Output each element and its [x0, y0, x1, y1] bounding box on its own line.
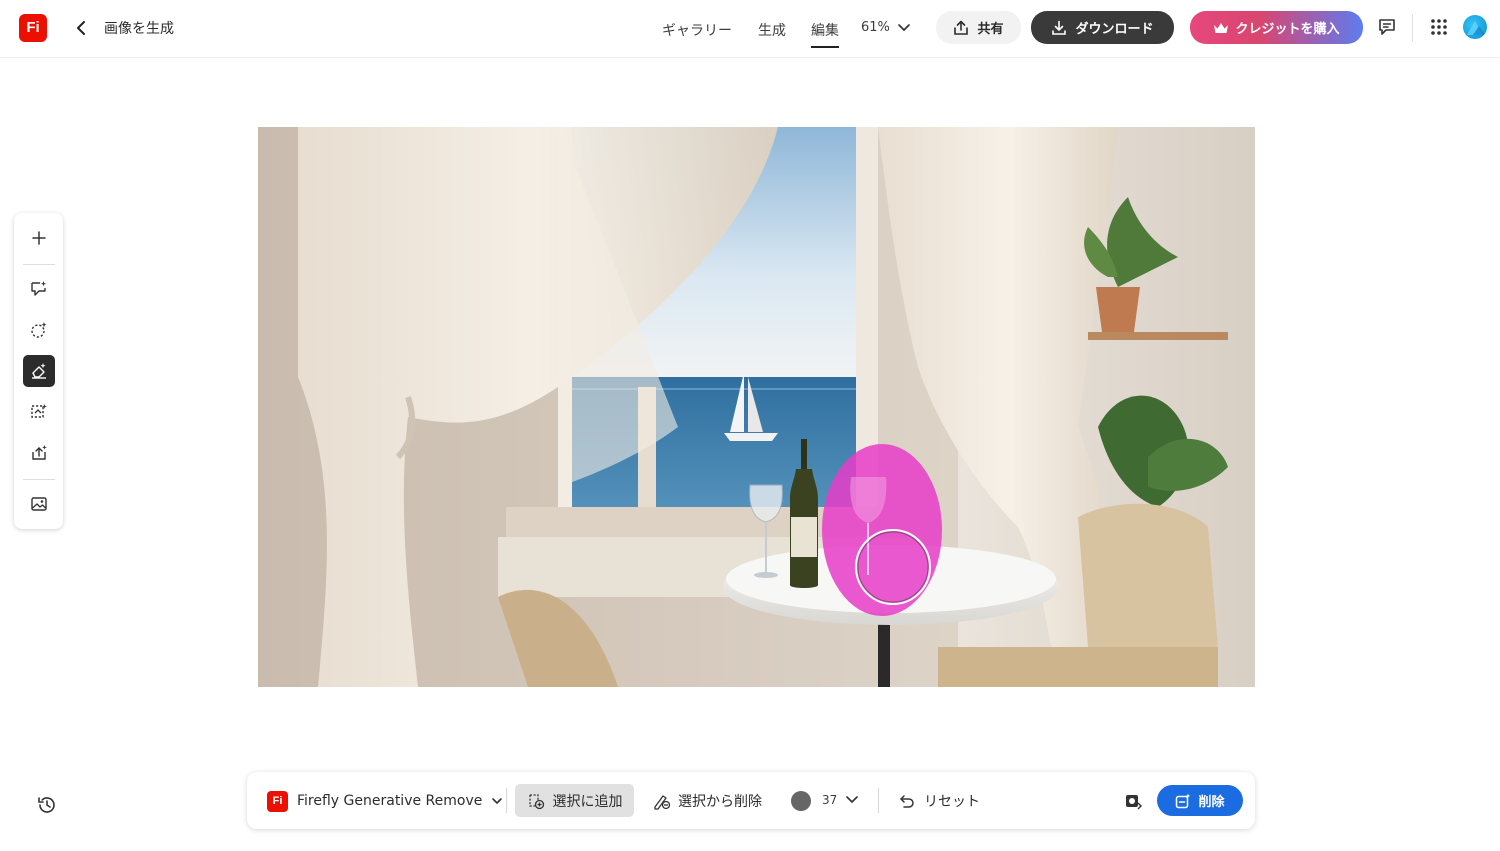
tab-edit[interactable]: 編集 [811, 20, 839, 48]
eraser-icon [32, 363, 46, 379]
mask-toggle-button[interactable] [1124, 792, 1142, 810]
brush-size-value: 37 [822, 793, 838, 807]
share-button[interactable]: 共有 [936, 11, 1021, 44]
tab-gallery[interactable]: ギャラリー [662, 20, 732, 40]
remove-sparkle-icon [1176, 793, 1191, 808]
delete-button[interactable]: 削除 [1157, 785, 1243, 816]
select-object-tool[interactable] [23, 314, 55, 346]
download-button[interactable]: ダウンロード [1031, 11, 1174, 44]
history-icon [38, 797, 55, 813]
upload-icon [954, 20, 969, 35]
chevron-down-icon [492, 798, 503, 805]
add-tool[interactable] [23, 222, 55, 254]
comment-icon [1379, 19, 1395, 35]
brush-minus-icon [654, 794, 670, 810]
chevron-left-icon [77, 21, 85, 35]
chevron-down-icon [846, 796, 858, 804]
brush-size-dropdown[interactable] [845, 788, 859, 816]
upload-image-tool[interactable] [23, 437, 55, 469]
toolbar-divider [23, 479, 55, 480]
back-button[interactable] [72, 16, 92, 40]
buy-credits-label: クレジットを購入 [1235, 22, 1340, 37]
page-title: 画像を生成 [104, 21, 174, 37]
share-label: 共有 [977, 22, 1004, 37]
image-canvas[interactable] [258, 127, 1255, 687]
plus-icon [32, 231, 46, 245]
subtract-from-selection-label: 選択から削除 [678, 793, 762, 810]
subtract-from-selection-button[interactable]: 選択から削除 [652, 784, 762, 817]
firefly-mini-logo: Fi [267, 790, 288, 812]
reset-label: リセット [924, 793, 980, 810]
toolbar-separator [878, 788, 879, 813]
undo-icon [900, 794, 914, 808]
avatar[interactable] [1463, 15, 1487, 39]
header-divider [1412, 14, 1413, 42]
buy-credits-button[interactable]: クレジットを購入 [1190, 11, 1363, 44]
delete-label: 削除 [1198, 795, 1225, 810]
download-icon [1052, 20, 1067, 35]
image-tool[interactable] [23, 488, 55, 520]
reset-button[interactable]: リセット [897, 784, 980, 817]
crown-icon [1214, 22, 1229, 33]
comment-button[interactable] [1375, 15, 1399, 39]
apps-grid-icon [1431, 19, 1447, 35]
image-icon [31, 497, 47, 511]
toolbar-separator [506, 788, 507, 813]
chat-sparkle-icon [31, 281, 46, 296]
brush-size-preview[interactable] [791, 791, 811, 811]
apps-button[interactable] [1427, 15, 1451, 39]
zoom-dropdown[interactable] [897, 16, 911, 44]
expand-tool[interactable] [23, 396, 55, 428]
left-toolbar [14, 213, 63, 529]
toolbar-divider [23, 264, 55, 265]
dashed-select-icon [31, 322, 47, 338]
add-to-selection-button[interactable]: 選択に追加 [515, 784, 634, 817]
generative-fill-tool[interactable] [23, 273, 55, 305]
add-selection-icon [528, 793, 544, 809]
history-button[interactable] [35, 793, 59, 817]
upload-sparkle-icon [32, 445, 47, 460]
add-to-selection-label: 選択に追加 [552, 793, 623, 810]
mask-icon [1126, 795, 1142, 810]
model-selector[interactable]: Fi Firefly Generative Remove [267, 790, 503, 812]
tab-generate[interactable]: 生成 [758, 20, 786, 40]
zoom-level[interactable]: 61% [861, 20, 890, 35]
selection-mask [822, 444, 942, 616]
download-label: ダウンロード [1075, 22, 1154, 37]
avatar-graphic [1467, 21, 1485, 35]
edit-toolbar: Fi Firefly Generative Remove 選択に追加 選択から削… [247, 772, 1255, 829]
chevron-down-icon [898, 24, 910, 32]
firefly-logo[interactable]: Fi [19, 14, 47, 42]
app-header: Fi 画像を生成 ギャラリー 生成 編集 61% 共有 ダウンロード クレジット… [0, 0, 1500, 58]
edited-image[interactable] [258, 127, 1255, 687]
remove-tool[interactable] [23, 355, 55, 387]
expand-sparkle-icon [31, 404, 47, 418]
model-label: Firefly Generative Remove [297, 793, 483, 809]
